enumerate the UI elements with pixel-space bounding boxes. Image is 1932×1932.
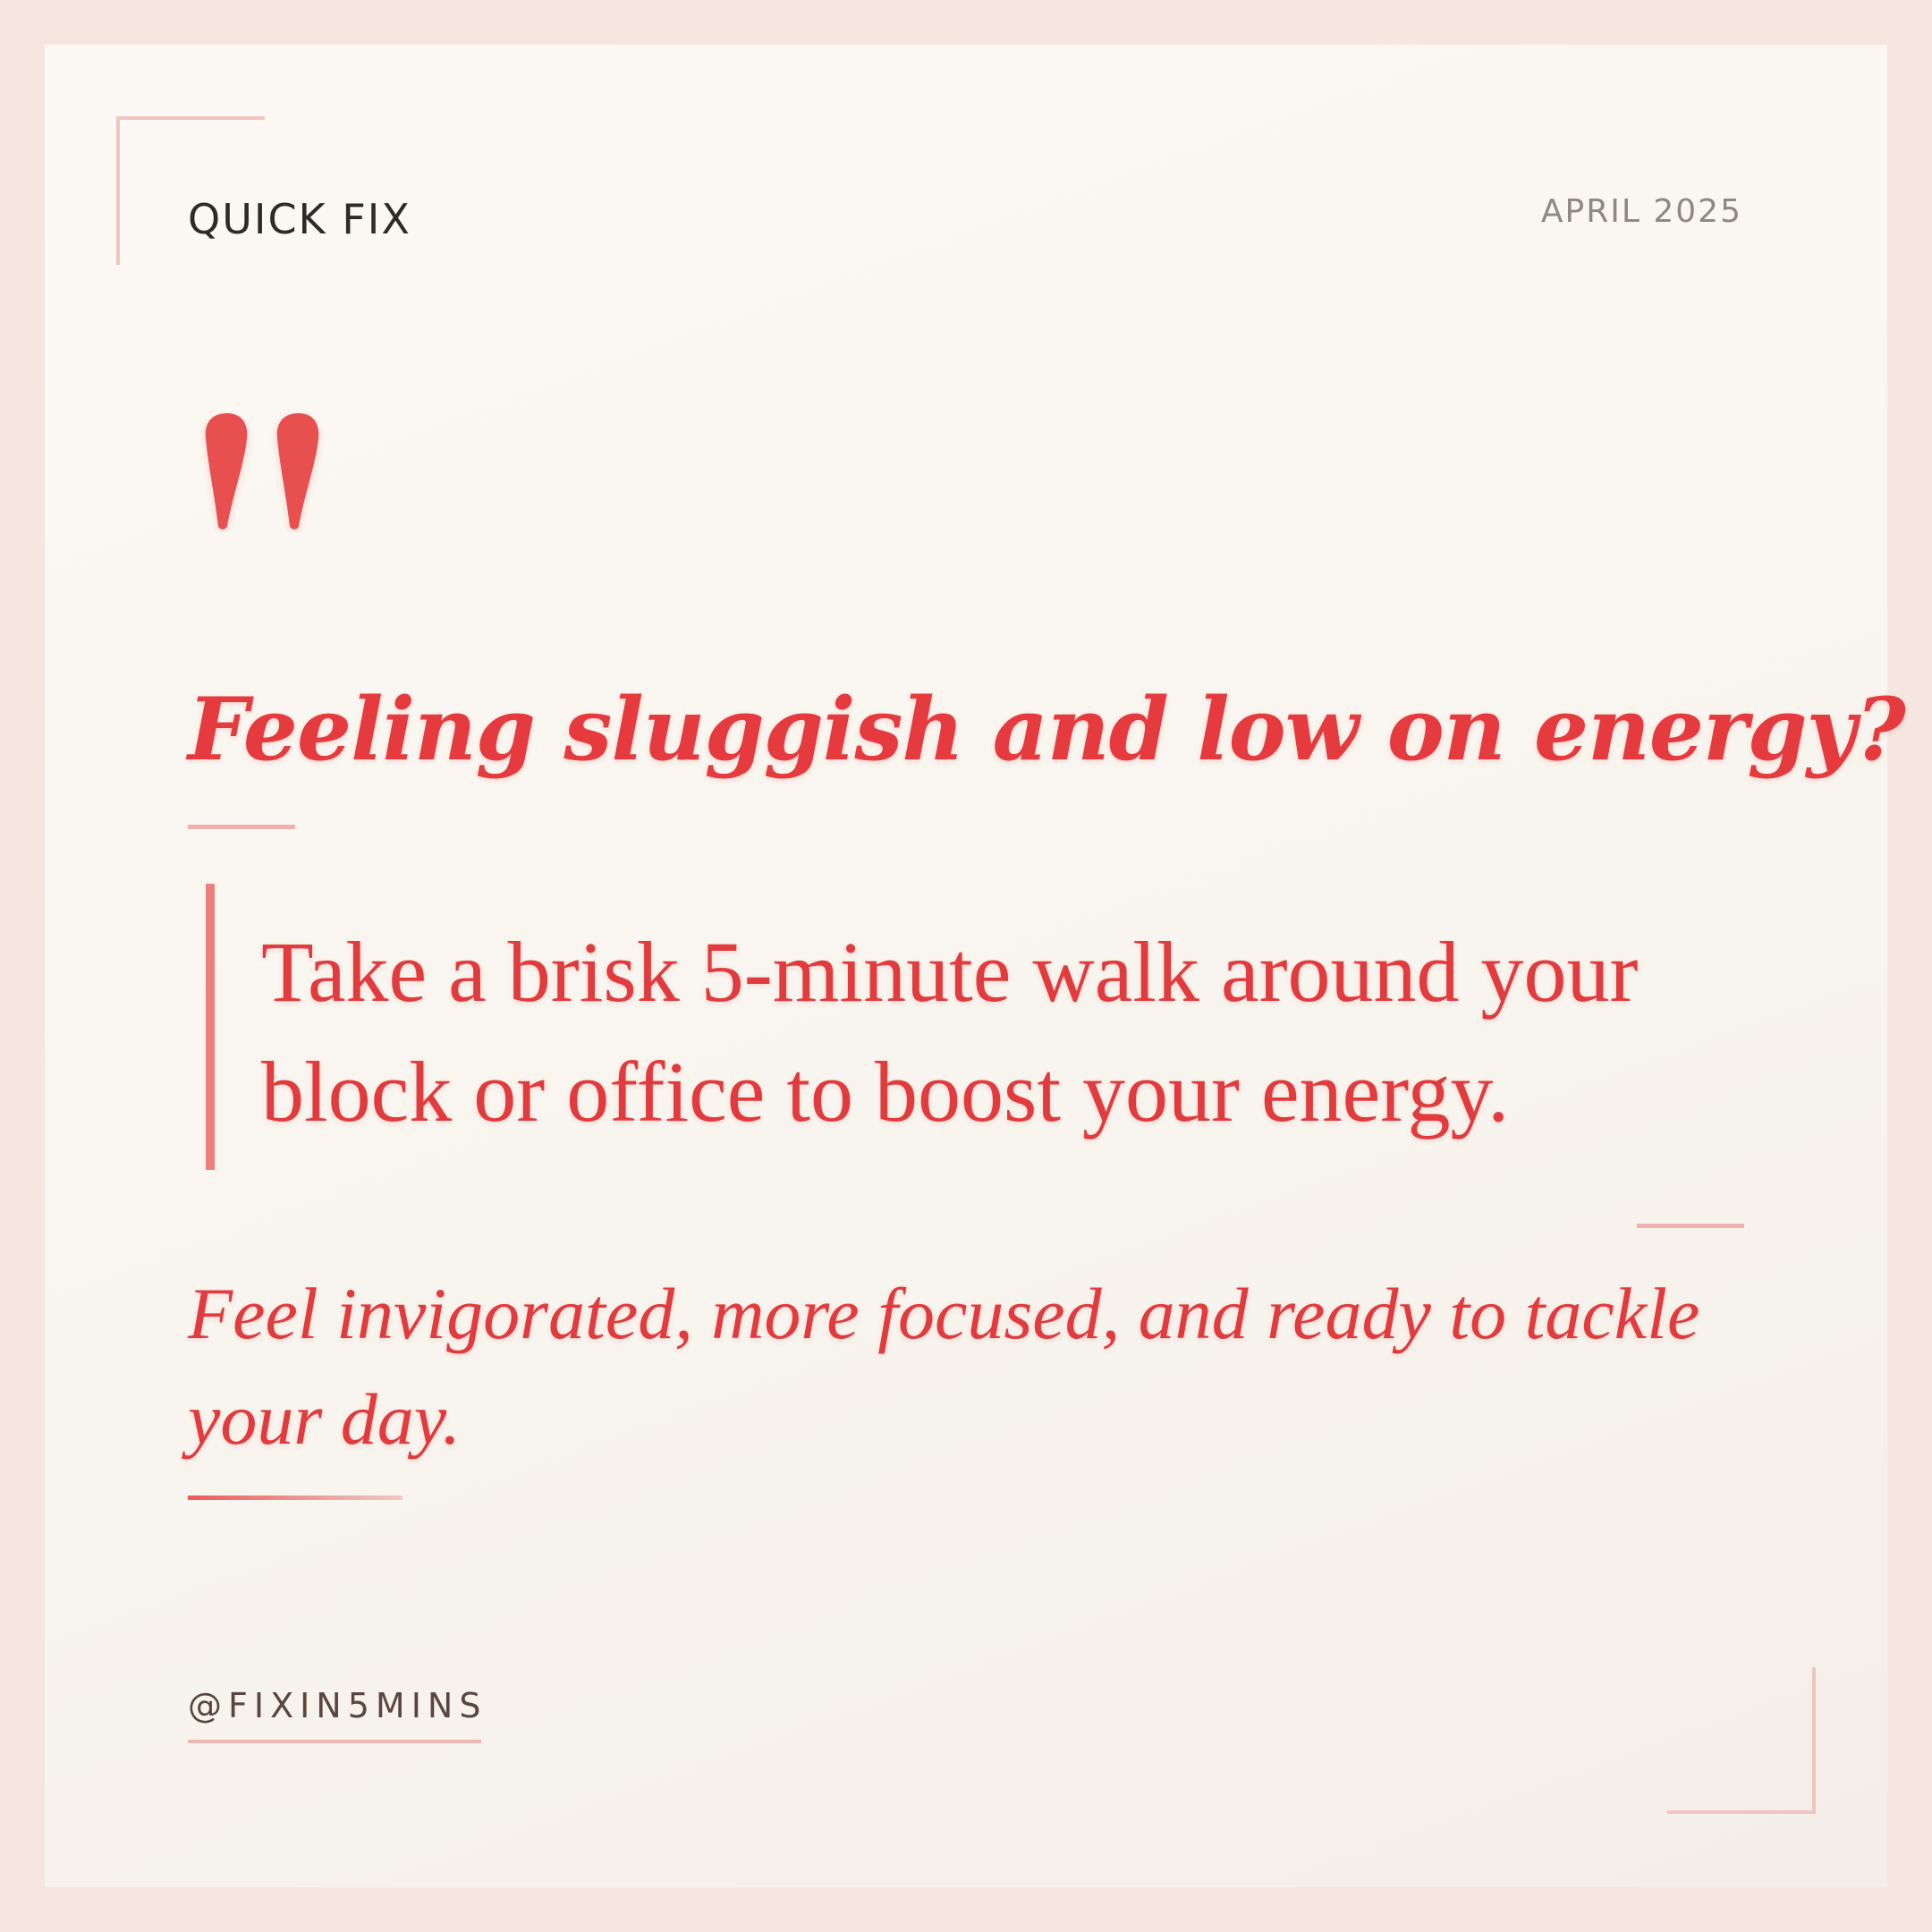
headline-question: Feeling sluggish and low on energy? xyxy=(188,679,1906,780)
corner-accent-bottom-right-vertical xyxy=(1812,1667,1816,1814)
divider-short xyxy=(188,825,295,829)
corner-accent-top-left-vertical xyxy=(116,116,120,265)
tip-accent-bar xyxy=(206,884,215,1170)
corner-accent-bottom-right xyxy=(1667,1810,1816,1814)
date-label: APRIL 2025 xyxy=(1540,193,1742,230)
quote-mark-icon xyxy=(205,413,319,530)
corner-accent-top-left xyxy=(116,116,265,120)
tip-text: Take a brisk 5-minute walk around your b… xyxy=(261,912,1782,1152)
divider-right xyxy=(1637,1224,1744,1228)
category-label: QUICK FIX xyxy=(188,195,411,243)
social-handle: @FIXIN5MINS xyxy=(188,1686,487,1725)
handle-underline xyxy=(188,1740,481,1743)
benefit-text: Feel invigorated, more focused, and read… xyxy=(188,1273,1700,1460)
tip-line-1: Take a brisk 5-minute walk around your xyxy=(261,924,1639,1020)
tip-line-2: block or office to boost your energy. xyxy=(261,1044,1510,1140)
divider-gradient xyxy=(188,1496,402,1500)
